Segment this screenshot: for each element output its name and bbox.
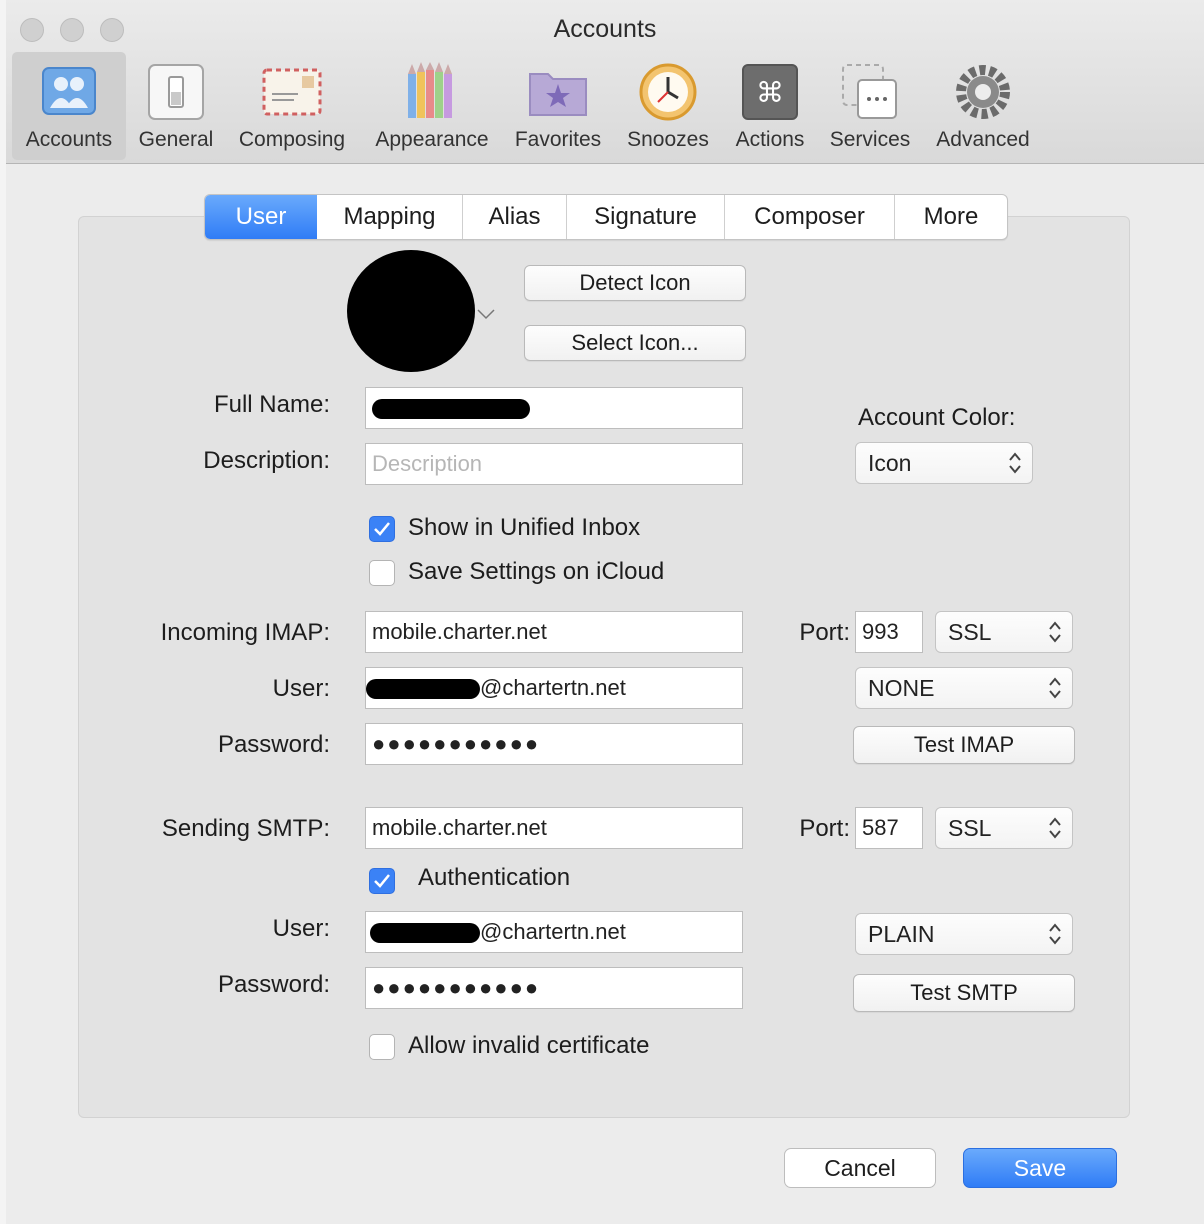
toolbar-services[interactable]: Services [820,52,920,160]
redacted-name [372,399,530,420]
save-settings-icloud-label: Save Settings on iCloud [408,558,665,585]
up-down-arrows-icon [1049,817,1061,839]
incoming-auth-select[interactable]: NONE [855,667,1073,709]
toolbar-accounts-label: Accounts [25,128,113,151]
toolbar-actions-label: Actions [735,128,805,151]
redacted-user [366,679,480,700]
window-title: Accounts [553,15,657,43]
show-unified-inbox-checkbox[interactable] [369,516,395,542]
svg-text:⌘: ⌘ [756,76,784,109]
incoming-security-select[interactable]: SSL [935,611,1073,653]
incoming-user-field[interactable]: @chartertn.net [365,667,743,709]
title-bar-toolbar: Accounts Accounts General Composing Appe… [6,0,1204,164]
sending-port-field[interactable]: 587 [855,807,923,849]
incoming-port-field[interactable]: 993 [855,611,923,653]
tab-mapping[interactable]: Mapping [317,195,463,239]
checkmark-icon [374,522,390,536]
authentication-label: Authentication [418,864,571,891]
incoming-auth-value: NONE [868,675,935,701]
toolbar-composing[interactable]: Composing [230,52,354,160]
authentication-checkbox[interactable] [369,868,395,894]
incoming-port-label: Port: [799,619,850,646]
sending-security-value: SSL [948,815,992,841]
detect-icon-button[interactable]: Detect Icon [524,265,746,301]
tab-signature[interactable]: Signature [567,195,725,239]
sending-server-field[interactable]: mobile.charter.net [365,807,743,849]
tab-composer[interactable]: Composer [725,195,895,239]
test-smtp-button[interactable]: Test SMTP [853,974,1075,1012]
tab-alias[interactable]: Alias [463,195,567,239]
tab-user[interactable]: User [205,195,317,239]
chevron-down-icon[interactable] [476,308,496,322]
full-name-field[interactable] [365,387,743,429]
sending-security-select[interactable]: SSL [935,807,1073,849]
toolbar-favorites-label: Favorites [514,128,602,151]
gear-icon [956,65,1010,119]
toolbar-accounts[interactable]: Accounts [12,52,126,160]
up-down-arrows-icon [1049,621,1061,643]
services-icon [842,64,897,119]
allow-invalid-certificate-checkbox[interactable] [369,1034,395,1060]
sending-auth-value: PLAIN [868,921,935,947]
tab-more[interactable]: More [895,195,1007,239]
allow-invalid-certificate-label: Allow invalid certificate [408,1032,650,1059]
pencils-icon [408,62,452,118]
save-settings-icloud-checkbox[interactable] [369,560,395,586]
up-down-arrows-icon [1049,923,1061,945]
toolbar-snoozes-label: Snoozes [627,128,709,151]
incoming-server-field[interactable]: mobile.charter.net [365,611,743,653]
full-name-label: Full Name: [213,391,330,418]
toolbar-snoozes[interactable]: Snoozes [620,52,716,160]
toolbar-favorites[interactable]: Favorites [506,52,610,160]
account-color-value: Icon [868,450,912,476]
redacted-user [370,923,480,944]
account-color-label: Account Color: [858,404,1016,431]
checkmark-icon [374,874,390,888]
toolbar-appearance[interactable]: Appearance [366,52,498,160]
description-field[interactable]: Description [365,443,743,485]
toolbar-general[interactable]: General [130,52,222,160]
select-icon-button[interactable]: Select Icon... [524,325,746,361]
save-button[interactable]: Save [963,1148,1117,1188]
incoming-security-value: SSL [948,619,992,645]
description-label: Description: [203,447,330,474]
general-switch-icon [148,64,204,120]
sending-password-label: Password: [217,971,330,998]
accounts-preferences-window: Accounts Accounts General Composing Appe… [6,0,1204,1224]
accounts-icon [42,67,96,115]
sending-user-domain: @chartertn.net [480,919,626,944]
command-icon: ⌘ [742,64,798,120]
incoming-user-label: User: [272,675,330,702]
sending-user-field[interactable]: @chartertn.net [365,911,743,953]
sending-smtp-label: Sending SMTP: [161,815,330,842]
incoming-imap-label: Incoming IMAP: [160,619,330,646]
toolbar-general-label: General [138,128,214,151]
up-down-arrows-icon [1009,452,1021,474]
envelope-icon [262,68,322,116]
sending-user-label: User: [272,915,330,942]
account-color-select[interactable]: Icon [855,442,1033,484]
sending-port-label: Port: [799,815,850,842]
test-imap-button[interactable]: Test IMAP [853,726,1075,764]
toolbar-appearance-label: Appearance [375,128,489,151]
cancel-button[interactable]: Cancel [784,1148,936,1188]
account-avatar[interactable] [347,250,475,372]
toolbar-actions[interactable]: ⌘ Actions [724,52,816,160]
incoming-password-field[interactable]: ●●●●●●●●●●● [365,723,743,765]
star-folder-icon [529,73,587,116]
toolbar-services-label: Services [829,128,911,151]
incoming-user-domain: @chartertn.net [480,675,626,700]
clock-icon [639,63,697,121]
account-tabs: User Mapping Alias Signature Composer Mo… [204,194,1008,240]
sending-password-field[interactable]: ●●●●●●●●●●● [365,967,743,1009]
show-unified-inbox-label: Show in Unified Inbox [408,514,641,541]
up-down-arrows-icon [1049,677,1061,699]
incoming-password-label: Password: [217,731,330,758]
toolbar-advanced-label: Advanced [936,128,1030,151]
toolbar-advanced[interactable]: Advanced [928,52,1038,160]
sending-auth-select[interactable]: PLAIN [855,913,1073,955]
toolbar-composing-label: Composing [238,128,346,151]
